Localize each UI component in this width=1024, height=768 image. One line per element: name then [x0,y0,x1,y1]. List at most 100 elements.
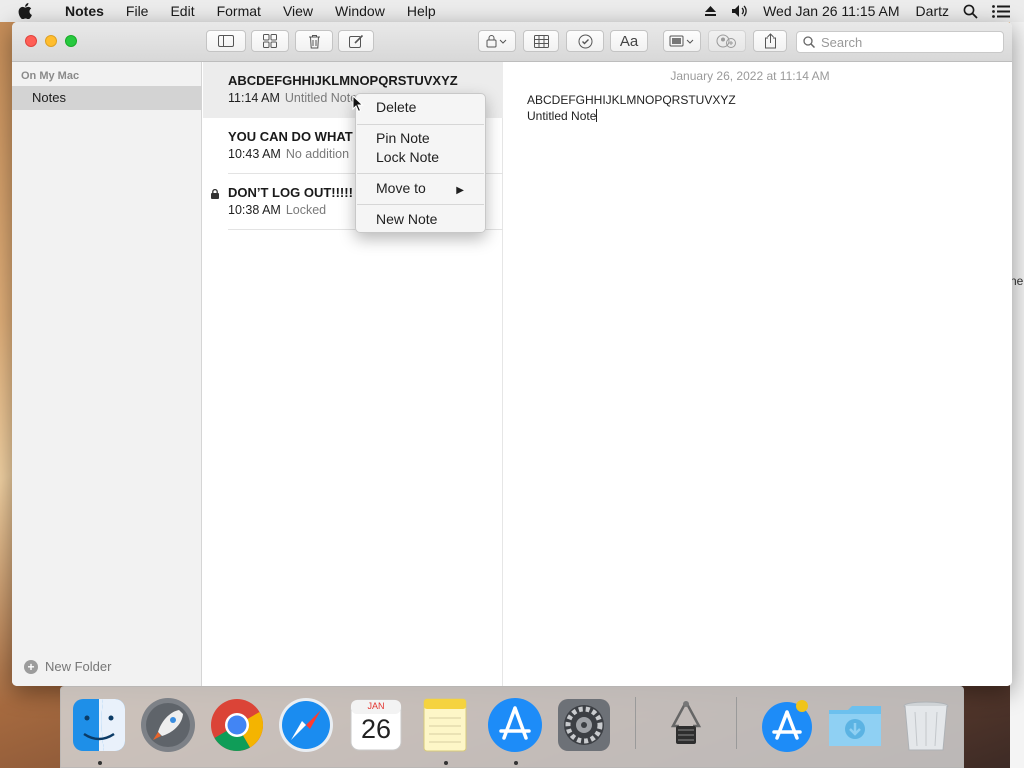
menu-format[interactable]: Format [206,0,272,22]
note-body-line: Untitled Note [527,109,597,123]
note-title: YOU CAN DO WHAT [228,129,353,144]
dock-app-store-downloads[interactable] [758,696,816,754]
calendar-day: 26 [360,714,392,744]
mouse-cursor-icon [352,95,364,113]
sidebar-folder-notes[interactable]: Notes [12,86,202,110]
dock-downloads-folder[interactable] [826,696,884,754]
note-editor[interactable]: January 26, 2022 at 11:14 AM ABCDEFGHHIJ… [504,62,1012,686]
menu-divider [357,124,484,125]
dock: JAN 26 [60,686,964,768]
dock-separator [736,697,737,749]
menu-divider [357,204,484,205]
dock-notes[interactable] [416,696,474,754]
spotlight-search-icon[interactable] [963,4,978,19]
note-preview: Locked [285,203,327,217]
plus-circle-icon: + [24,659,38,674]
safari-compass-icon [279,698,333,752]
notes-window: Aa Search On My Mac Notes + New Folder A… [12,22,1012,686]
dock-system-preferences[interactable] [555,696,613,754]
photo-icon [669,35,694,47]
format-text-button[interactable]: Aa [610,30,648,52]
menubar-clock[interactable]: Wed Jan 26 11:15 AM [763,3,899,19]
rocket-icon [141,698,195,752]
sidebar-toggle-button[interactable] [206,30,246,52]
new-folder-button[interactable]: + New Folder [24,659,111,674]
new-folder-label: New Folder [45,659,112,674]
note-time: 10:38 AM [228,203,281,217]
lock-icon [486,35,507,48]
dock-launchpad[interactable] [139,696,197,754]
menu-file[interactable]: File [115,0,160,22]
running-indicator [444,761,448,765]
menu-notes[interactable]: Notes [54,0,115,22]
menu-bar: Notes File Edit Format View Window Help … [0,0,1024,22]
menu-edit[interactable]: Edit [159,0,205,22]
chip-calipers-icon [670,701,702,744]
running-indicator [514,761,518,765]
search-placeholder: Search [821,34,863,50]
dock-separator [635,697,636,749]
finder-icon [73,699,125,751]
search-field[interactable]: Search [796,31,1004,53]
context-menu-pin-note[interactable]: Pin Note [376,129,430,147]
close-window-button[interactable] [25,35,37,47]
media-menu-button[interactable] [663,30,701,52]
gear-icon [558,699,610,751]
share-icon [764,33,776,49]
note-time: 10:43 AM [228,147,281,161]
context-menu-delete[interactable]: Delete [376,98,416,116]
add-people-icon [716,34,736,48]
add-people-button[interactable] [708,30,746,52]
dock-chrome[interactable] [208,696,266,754]
menu-help[interactable]: Help [396,0,447,22]
eject-icon[interactable] [704,5,717,17]
compose-note-button[interactable] [338,30,374,52]
gallery-view-button[interactable] [251,30,289,52]
dock-calendar[interactable]: JAN 26 [347,696,405,754]
table-button[interactable] [523,30,559,52]
trash-icon [308,34,320,48]
search-icon [803,36,815,48]
note-preview: Untitled Note [284,91,358,105]
volume-icon[interactable] [731,4,749,18]
checklist-icon [578,34,592,48]
zoom-window-button[interactable] [65,35,77,47]
menu-divider [357,173,484,174]
dock-trash[interactable] [897,696,955,754]
note-context-menu: Delete Pin Note Lock Note Move to ▶ New … [355,93,486,233]
delete-note-button[interactable] [295,30,333,52]
dock-app-store[interactable] [486,696,544,754]
note-body-line: ABCDEFGHHIJKLMNOPQRSTUVXYZ [527,93,736,107]
submenu-arrow-icon: ▶ [456,185,464,196]
app-store-icon [488,698,542,752]
menu-view[interactable]: View [272,0,324,22]
dock-finder[interactable] [70,696,128,754]
folders-sidebar: On My Mac Notes + New Folder [12,62,202,686]
context-menu-lock-note[interactable]: Lock Note [376,148,439,166]
note-date: January 26, 2022 at 11:14 AM [670,69,830,83]
window-toolbar: Aa Search [12,22,1012,62]
chrome-icon [211,699,263,751]
checklist-button[interactable] [566,30,604,52]
minimize-window-button[interactable] [45,35,57,47]
grid-icon [263,34,277,48]
background-window-text: ne [1010,274,1024,288]
apple-menu-icon[interactable] [18,3,38,19]
menubar-user[interactable]: Dartz [916,3,949,19]
app-store-icon [762,700,812,752]
notification-center-icon[interactable] [992,4,1010,18]
note-title: ABCDEFGHHIJKLMNOPQRSTUVXYZ [228,73,458,88]
menu-window[interactable]: Window [324,0,396,22]
sidebar-icon [218,35,234,47]
context-menu-new-note[interactable]: New Note [376,210,437,228]
lock-menu-button[interactable] [478,30,516,52]
note-preview: No addition [285,147,350,161]
dock-safari[interactable] [277,696,335,754]
share-button[interactable] [753,30,787,52]
context-menu-move-to[interactable]: Move to ▶ [376,179,476,197]
notes-app-icon [423,698,467,752]
dock-system-information[interactable] [657,696,715,754]
calendar-month: JAN [367,701,385,711]
compose-icon [348,34,363,48]
note-title: DON’T LOG OUT!!!!! [228,185,353,200]
